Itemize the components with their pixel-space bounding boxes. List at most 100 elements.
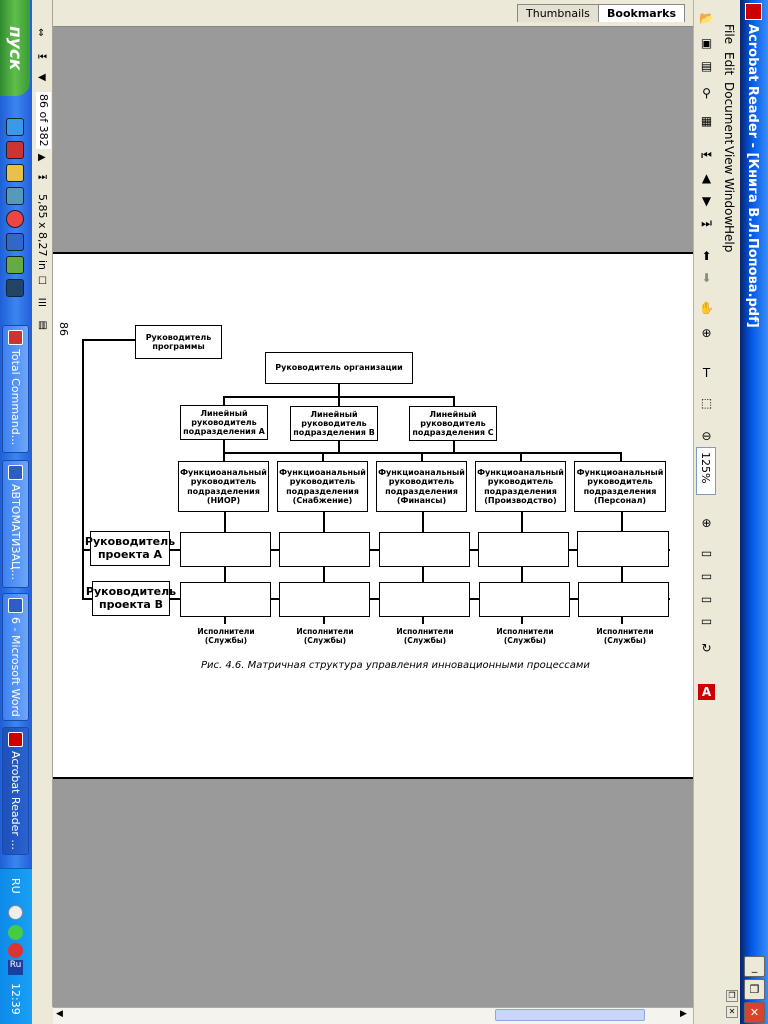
program-head-box: Руководитель программы	[135, 325, 222, 359]
tray-arrow-icon[interactable]	[8, 905, 23, 920]
matrix-cell-b3	[379, 582, 470, 617]
task-word[interactable]: 6 - Microsoft Word	[2, 593, 29, 721]
tray-antivirus-icon[interactable]	[8, 943, 23, 958]
next-page-icon[interactable]: ▼	[698, 193, 715, 209]
menu-window[interactable]: Window	[722, 178, 736, 225]
func-head-3-box: Функциоанальный руководитель подразделен…	[376, 461, 467, 512]
zoom-out-icon[interactable]: ⊖	[698, 428, 715, 444]
hand-tool-icon[interactable]: ✋	[698, 300, 715, 316]
org-head-label: Руководитель организации	[275, 363, 403, 373]
pencil-icon[interactable]	[6, 164, 24, 182]
connector	[521, 616, 523, 624]
menu-edit[interactable]: Edit	[722, 52, 736, 75]
project-b-head-box: Руководитель проекта В	[86, 581, 176, 616]
performers-label-3: Исполнители (Службы)	[396, 627, 454, 645]
scroll-right-icon[interactable]: ▶	[680, 1009, 687, 1019]
save-icon[interactable]: ▣	[698, 35, 715, 51]
matrix-cell-a4	[478, 532, 569, 567]
app-icon[interactable]	[6, 233, 24, 251]
print-icon[interactable]: ▤	[698, 58, 715, 74]
connector	[621, 512, 623, 532]
matrix-cell-b1	[180, 582, 271, 617]
scroll-left-icon[interactable]: ◀	[56, 1009, 63, 1019]
go-forward-icon[interactable]: ⬇	[698, 270, 715, 286]
first-page-icon[interactable]: ⏮	[698, 147, 715, 163]
menu-document[interactable]: Document	[722, 82, 736, 144]
actual-size-icon[interactable]: ▭	[698, 545, 715, 561]
zoom-field[interactable]: 125%	[696, 447, 716, 495]
performers-label-5: Исполнители (Службы)	[596, 627, 654, 645]
task-total-commander[interactable]: Total Command...	[2, 325, 29, 453]
doc-close-button[interactable]: ✕	[726, 1006, 738, 1018]
project-a-head-box: Руководитель проекта А	[85, 531, 175, 566]
menu-view[interactable]: View	[722, 146, 736, 174]
page-size: 5,85 x 8,27 in	[36, 194, 49, 271]
tray-lang-icon[interactable]: Ru	[8, 960, 23, 975]
total-commander-quick-icon[interactable]	[6, 141, 24, 159]
status-last-page-icon[interactable]: ⏭	[38, 172, 47, 183]
tray-network-icon[interactable]	[8, 925, 23, 940]
page-indicator[interactable]: 86 of 382	[36, 92, 51, 149]
task-acrobat[interactable]: Acrobat Reader ...	[2, 727, 29, 855]
scroll-arrows-icon[interactable]: ⇕	[37, 28, 45, 39]
line-head-a-box: Линейный руководитель подразделения А	[180, 405, 268, 440]
menu-help[interactable]: Help	[722, 225, 736, 252]
facing-icon[interactable]: ▥	[38, 320, 47, 331]
continuous-icon[interactable]: ☰	[38, 298, 47, 309]
console-icon[interactable]	[6, 279, 24, 297]
last-page-icon[interactable]: ⏭	[698, 215, 715, 231]
connector	[422, 616, 424, 624]
connector	[82, 339, 84, 599]
view-toggle-icon[interactable]: ▦	[698, 113, 715, 129]
media-icon[interactable]	[6, 187, 24, 205]
single-page-icon[interactable]: ☐	[38, 276, 47, 287]
close-button[interactable]: ✕	[744, 1002, 765, 1023]
tab-thumbnails[interactable]: Thumbnails	[517, 4, 599, 22]
task-label: АВТОМАТИЗАЦ...	[9, 484, 22, 581]
tray-lang-label: Ru	[9, 960, 22, 970]
page-number: 86	[57, 322, 70, 336]
search-icon[interactable]: ⚲	[698, 85, 715, 101]
doc-restore-button[interactable]: ❐	[726, 990, 738, 1002]
rotate-icon[interactable]: ↻	[698, 640, 715, 656]
fit-visible-icon[interactable]: ▭	[698, 613, 715, 629]
status-first-page-icon[interactable]: ⏮	[38, 52, 47, 63]
func-head-4-label: Функциоанальный руководитель подразделен…	[477, 468, 564, 505]
fit-width-icon[interactable]: ▭	[698, 591, 715, 607]
task-label: Acrobat Reader ...	[9, 751, 22, 850]
connector	[224, 566, 226, 582]
performers-label-1: Исполнители (Службы)	[197, 627, 255, 645]
connector	[82, 339, 136, 341]
maximize-button[interactable]: ❐	[744, 979, 765, 1000]
graphics-select-icon[interactable]: ⬚	[698, 395, 715, 411]
matrix-cell-a3	[379, 532, 470, 567]
text-select-icon[interactable]: T	[698, 365, 715, 381]
total-commander-icon	[8, 330, 23, 345]
language-indicator[interactable]: RU	[9, 878, 22, 894]
line-head-a-label: Линейный руководитель подразделения А	[183, 408, 265, 437]
func-head-3-label: Функциоанальный руководитель подразделен…	[378, 468, 465, 505]
go-back-icon[interactable]: ⬆	[698, 248, 715, 264]
status-next-page-icon[interactable]: ▶	[38, 152, 46, 163]
scroll-thumb[interactable]	[495, 1009, 645, 1021]
zoom-tool-icon[interactable]: ⊕	[698, 325, 715, 341]
fit-page-icon[interactable]: ▭	[698, 568, 715, 584]
adobe-logo-icon[interactable]: A	[698, 684, 715, 700]
connector	[422, 566, 424, 582]
connector	[521, 512, 523, 532]
tools-icon[interactable]	[6, 256, 24, 274]
matrix-cell-a1	[180, 532, 271, 567]
tab-bookmarks[interactable]: Bookmarks	[598, 4, 685, 22]
zoom-in-icon[interactable]: ⊕	[698, 515, 715, 531]
opera-icon[interactable]	[6, 210, 24, 228]
minimize-button[interactable]: _	[744, 956, 765, 977]
start-button[interactable]: пуск	[0, 0, 30, 96]
task-automation-doc[interactable]: АВТОМАТИЗАЦ...	[2, 460, 29, 588]
status-prev-page-icon[interactable]: ◀	[38, 72, 46, 83]
performers-label-4: Исполнители (Службы)	[496, 627, 554, 645]
ie-icon[interactable]	[6, 118, 24, 136]
menu-file[interactable]: File	[722, 24, 736, 44]
open-icon[interactable]: 📂	[698, 10, 715, 26]
prev-page-icon[interactable]: ▲	[698, 170, 715, 186]
acrobat-app-icon[interactable]	[745, 3, 762, 20]
